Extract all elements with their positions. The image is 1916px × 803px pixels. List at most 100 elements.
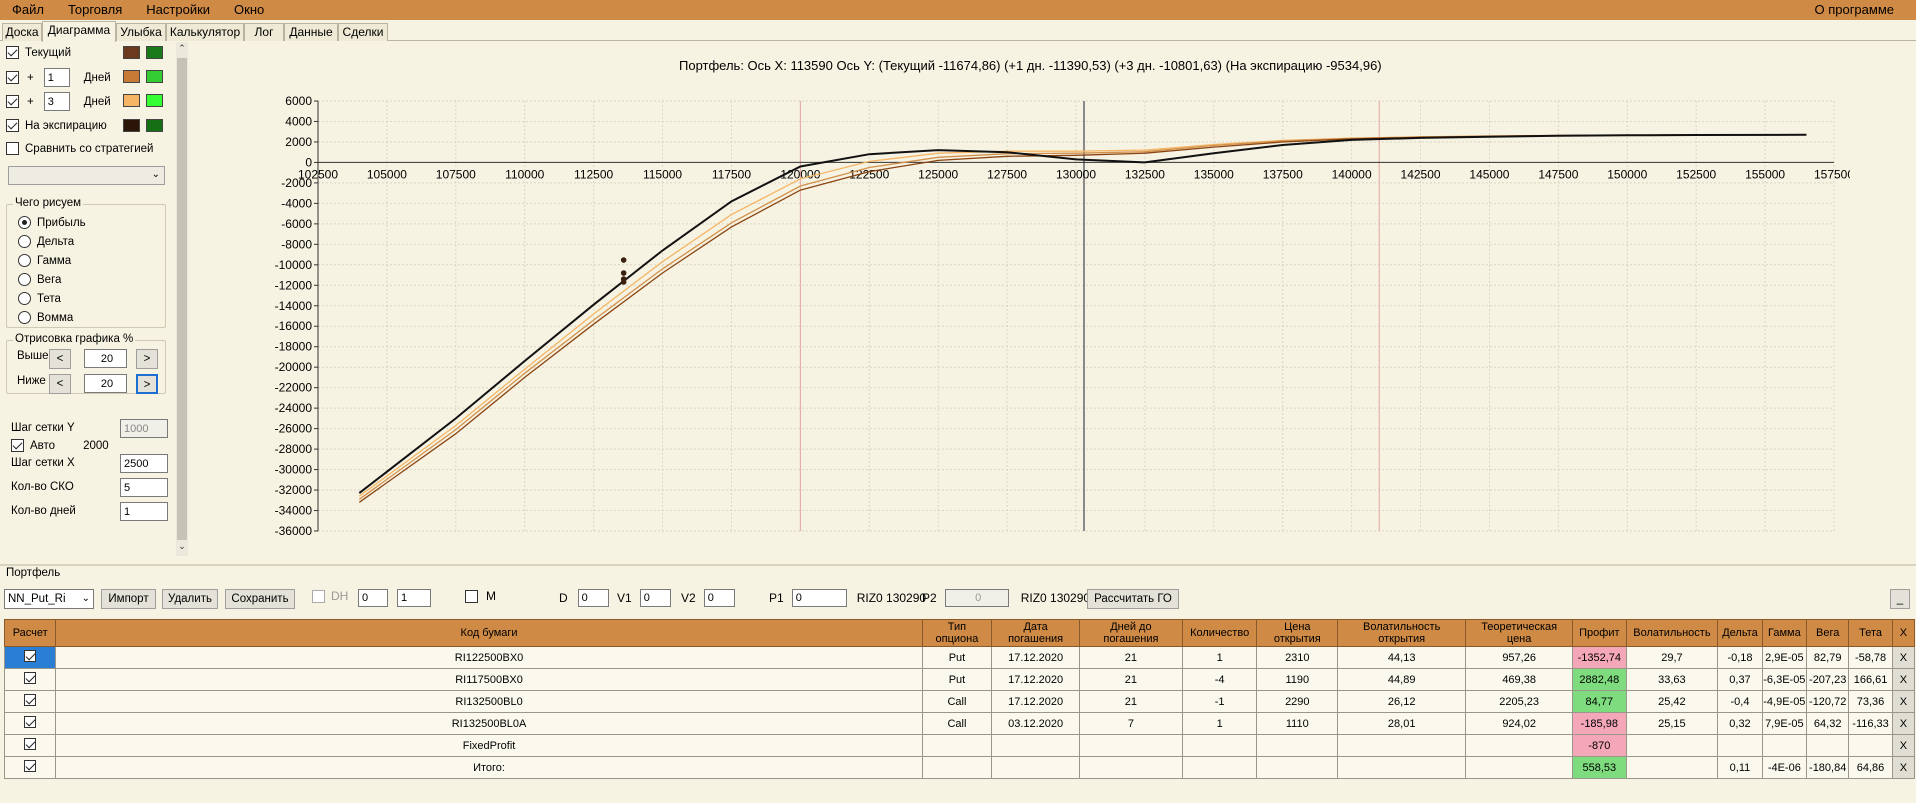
row-calc-cell[interactable] [3,712,57,735]
table-row[interactable]: RI117500BX0 Put 17.12.2020 21 -4 1190 44,89 469… [3,668,1916,691]
tab-calculator[interactable]: Калькулятор [166,23,244,41]
table-row[interactable]: FixedProfit -870 X [3,734,1916,757]
radio-vomma[interactable] [18,311,31,324]
header-delta[interactable]: Дельта [1717,619,1763,647]
radio-gamma[interactable] [18,254,31,267]
row-remove-button[interactable]: X [1891,646,1916,669]
payoff-chart[interactable]: 6000400020000-2000-4000-6000-8000-10000-… [190,85,1850,545]
d-input[interactable] [577,589,609,607]
menu-settings[interactable]: Настройки [134,0,222,20]
header-open-price[interactable]: Цена открытия [1256,619,1339,647]
above-decrease-button[interactable]: < [49,349,71,369]
v1-input[interactable] [639,589,671,607]
menu-file[interactable]: Файл [0,0,56,20]
save-button[interactable]: Сохранить [225,589,295,609]
scrollbar-thumb[interactable] [177,58,187,540]
strategy-select[interactable]: ⌄ [8,166,165,185]
days2-checkbox[interactable] [6,95,19,108]
row-calc-checkbox[interactable] [24,650,37,662]
table-row[interactable]: RI122500BX0 Put 17.12.2020 21 1 2310 44,13 957,… [3,646,1916,669]
above-increase-button[interactable]: > [136,349,158,369]
row-calc-cell[interactable] [3,756,57,779]
menu-window[interactable]: Окно [222,0,276,20]
tab-deals[interactable]: Сделки [338,23,388,41]
current-checkbox[interactable] [6,46,19,59]
radio-delta[interactable] [18,235,31,248]
table-row[interactable]: RI132500BL0A Call 03.12.2020 7 1 1110 28,01 924… [3,712,1916,735]
dh-spin2[interactable] [397,589,431,607]
tab-log[interactable]: Лог [244,23,284,41]
scroll-up-icon[interactable]: ⌃ [177,43,187,57]
header-profit[interactable]: Профит [1572,619,1627,647]
days-count-input[interactable] [120,502,168,521]
header-code[interactable]: Код бумаги [55,619,923,647]
days2-input[interactable] [43,92,70,111]
days1-color-swatch[interactable] [123,70,140,83]
days1-input[interactable] [43,68,70,87]
days1-color2-swatch[interactable] [146,70,163,83]
row-calc-cell[interactable] [3,734,57,757]
below-decrease-button[interactable]: < [49,374,71,394]
table-row[interactable]: RI132500BL0 Call 17.12.2020 21 -1 2290 26,12 22… [3,690,1916,713]
expiry-color2-swatch[interactable] [146,119,163,132]
header-volatility[interactable]: Волатильность [1625,619,1719,647]
delete-button[interactable]: Удалить [162,589,218,609]
sko-input[interactable] [120,478,168,497]
compare-checkbox[interactable] [6,142,19,155]
scroll-down-icon[interactable]: ⌄ [177,541,187,555]
below-increase-button[interactable]: > [136,374,158,394]
row-calc-checkbox[interactable] [24,738,37,750]
above-input[interactable] [84,349,127,368]
row-calc-cell[interactable] [3,668,57,691]
p2-input[interactable] [944,589,1009,607]
days2-color-swatch[interactable] [123,94,140,107]
expiry-color-swatch[interactable] [123,119,140,132]
header-calc[interactable]: Расчет [3,619,57,647]
auto-checkbox[interactable] [11,439,24,452]
table-row[interactable]: Итого: 558,53 0,11 -4E-06 -180,84 64,86 X [3,756,1916,779]
row-calc-checkbox[interactable] [24,694,37,706]
row-remove-button[interactable]: X [1891,712,1916,735]
portfolio-select[interactable]: NN_Put_Ri ⌄ [4,589,94,609]
grid-y-input[interactable] [120,419,168,438]
header-expiry-date[interactable]: Дата погашения [991,619,1080,647]
m-checkbox[interactable] [465,589,478,603]
dh-checkbox[interactable] [312,589,325,603]
panel-splitter[interactable] [0,564,1916,566]
row-remove-button[interactable]: X [1891,690,1916,713]
header-remove[interactable]: X [1891,619,1916,647]
tab-smile[interactable]: Улыбка [116,23,166,41]
header-gamma[interactable]: Гамма [1761,619,1808,647]
menu-about[interactable]: О программе [1802,0,1906,20]
current-color2-swatch[interactable] [146,46,163,59]
header-open-volatility[interactable]: Волатильность открытия [1337,619,1467,647]
below-input[interactable] [84,374,127,393]
row-calc-checkbox[interactable] [24,760,37,772]
calc-go-button[interactable]: Рассчитать ГО [1087,589,1179,609]
header-type[interactable]: Тип опциона [921,619,993,647]
left-panel-scrollbar[interactable]: ⌃ ⌄ [176,42,188,556]
radio-vega[interactable] [18,273,31,286]
days1-checkbox[interactable] [6,71,19,84]
header-theoretical-price[interactable]: Теоретическая цена [1465,619,1574,647]
expiry-checkbox[interactable] [6,119,19,132]
grid-x-input[interactable] [120,454,168,473]
row-calc-checkbox[interactable] [24,672,37,684]
dh-spin1[interactable] [358,589,388,607]
radio-theta[interactable] [18,292,31,305]
row-calc-cell[interactable] [3,690,57,713]
minimize-button[interactable]: _ [1890,589,1910,609]
header-days-to-expiry[interactable]: Дней до погашения [1078,619,1183,647]
current-color-swatch[interactable] [123,46,140,59]
row-calc-checkbox[interactable] [24,716,37,728]
header-quantity[interactable]: Количество [1181,619,1258,647]
tab-board[interactable]: Доска [2,23,42,41]
p1-input[interactable] [791,589,847,607]
row-calc-cell[interactable] [3,646,57,669]
row-remove-button[interactable]: X [1891,668,1916,691]
days2-color2-swatch[interactable] [146,94,163,107]
header-theta[interactable]: Тета [1848,619,1893,647]
row-remove-button[interactable]: X [1891,756,1916,779]
v2-input[interactable] [703,589,735,607]
row-remove-button[interactable]: X [1891,734,1916,757]
